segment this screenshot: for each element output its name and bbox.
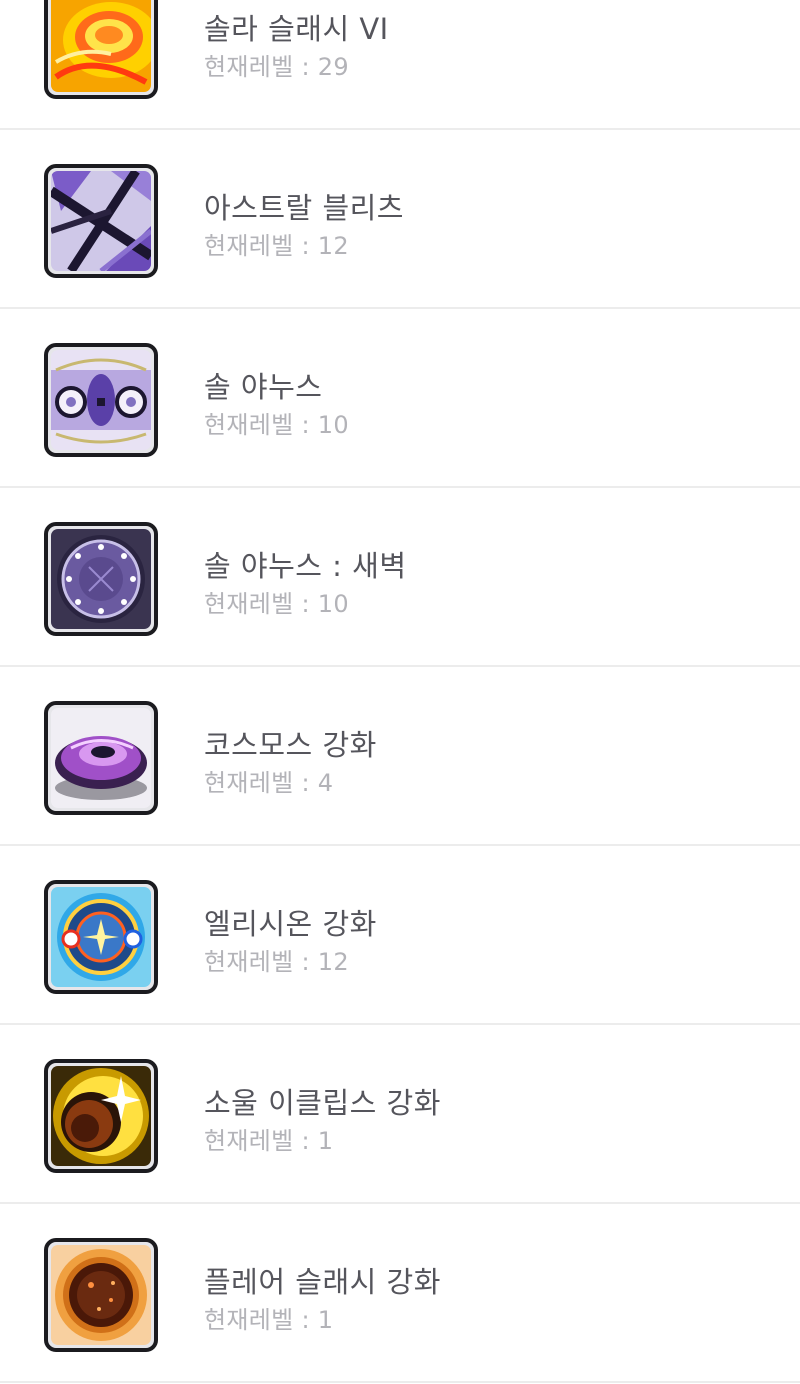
skill-level: 현재레벨 : 10 — [204, 590, 349, 618]
skill-level: 현재레벨 : 4 — [204, 769, 334, 797]
skill-name: 솔 야누스 : 새벽 — [204, 549, 407, 583]
skill-level: 현재레벨 : 29 — [204, 53, 349, 81]
flare-slash-enhance-icon — [44, 1238, 158, 1352]
skill-row[interactable]: 엘리시온 강화 현재레벨 : 12 — [0, 846, 800, 1025]
skill-level: 현재레벨 : 1 — [204, 1306, 334, 1334]
solar-slash-icon — [44, 0, 158, 99]
skill-row[interactable]: 아스트랄 블리츠 현재레벨 : 12 — [0, 130, 800, 309]
skill-name: 아스트랄 블리츠 — [204, 191, 404, 225]
skill-level: 현재레벨 : 12 — [204, 948, 349, 976]
skill-level: 현재레벨 : 1 — [204, 1127, 334, 1155]
skill-name: 코스모스 강화 — [204, 728, 377, 762]
skill-level: 현재레벨 : 10 — [204, 411, 349, 439]
sol-janus-icon — [44, 343, 158, 457]
skill-row[interactable]: 코스모스 강화 현재레벨 : 4 — [0, 667, 800, 846]
skill-list: 솔라 슬래시 VI 현재레벨 : 29 아스트랄 블리츠 현재레벨 : 12 솔… — [0, 0, 800, 1383]
skill-name: 소울 이클립스 강화 — [204, 1086, 441, 1120]
skill-name: 솔라 슬래시 VI — [204, 12, 389, 46]
cosmos-enhance-icon — [44, 701, 158, 815]
skill-row[interactable]: 솔 야누스 현재레벨 : 10 — [0, 309, 800, 488]
skill-name: 솔 야누스 — [204, 370, 323, 404]
skill-row[interactable]: 플레어 슬래시 강화 현재레벨 : 1 — [0, 1204, 800, 1383]
skill-row[interactable]: 솔라 슬래시 VI 현재레벨 : 29 — [0, 0, 800, 130]
soul-eclipse-enhance-icon — [44, 1059, 158, 1173]
skill-name: 플레어 슬래시 강화 — [204, 1265, 441, 1299]
astral-blitz-icon — [44, 164, 158, 278]
elysion-enhance-icon — [44, 880, 158, 994]
skill-level: 현재레벨 : 12 — [204, 232, 349, 260]
skill-row[interactable]: 소울 이클립스 강화 현재레벨 : 1 — [0, 1025, 800, 1204]
sol-janus-dawn-icon — [44, 522, 158, 636]
skill-row[interactable]: 솔 야누스 : 새벽 현재레벨 : 10 — [0, 488, 800, 667]
skill-name: 엘리시온 강화 — [204, 907, 377, 941]
